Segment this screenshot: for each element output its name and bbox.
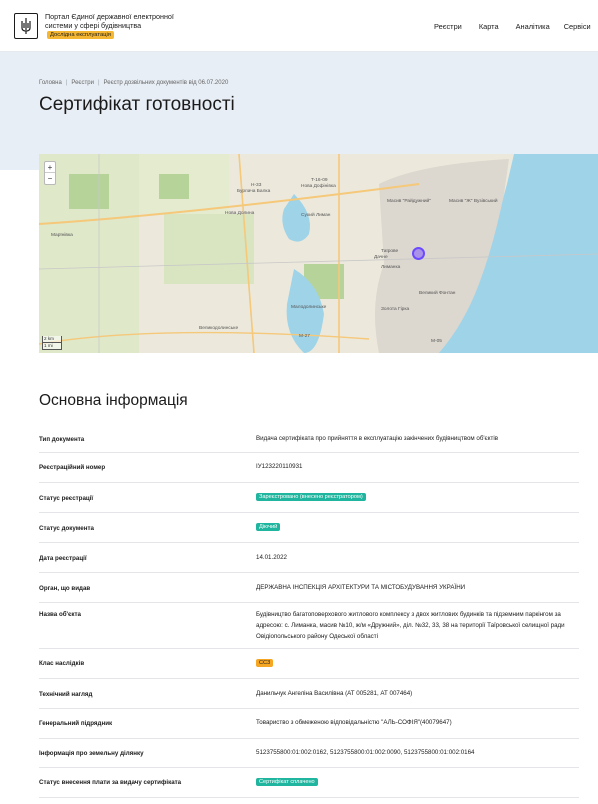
location-marker-icon[interactable] bbox=[412, 247, 425, 260]
map-canvas: Нова Долина Сухий Лиман Нова Дофінівка М… bbox=[39, 154, 598, 353]
green-patch bbox=[159, 174, 189, 199]
row-value: ДЕРЖАВНА ІНСПЕКЦІЯ АРХІТЕКТУРИ ТА МІСТОБ… bbox=[256, 584, 466, 591]
row-value: Сертифікат сплачено bbox=[256, 776, 576, 787]
row-label: Орган, що видав bbox=[39, 585, 91, 592]
breadcrumb-home[interactable]: Головна bbox=[39, 80, 62, 86]
map-label: Масив "Ж" Вузівський bbox=[449, 197, 498, 204]
row-label: Генеральний підрядник bbox=[39, 720, 113, 727]
zoom-out-button[interactable]: − bbox=[45, 173, 55, 184]
nav-analytics[interactable]: Аналітика bbox=[516, 22, 550, 31]
info-table: Тип документа Видача сертифіката про при… bbox=[39, 425, 579, 798]
nav-map[interactable]: Карта bbox=[479, 22, 499, 31]
row-value: Видача сертифіката про прийняття в експл… bbox=[256, 435, 498, 442]
row-value: 5123755800:01:002:0162, 5123755800:01:00… bbox=[256, 749, 475, 756]
row-value: Будівництво багатоповерхового житлового … bbox=[256, 611, 565, 641]
map-label: Нова Долина bbox=[225, 210, 255, 216]
table-row: Інформація про земельну ділянку 51237558… bbox=[39, 739, 579, 768]
map-label: Великодолинське bbox=[199, 325, 238, 331]
breadcrumb-separator: | bbox=[97, 80, 100, 86]
row-value: 14.01.2022 bbox=[256, 554, 287, 561]
site-header: Портал Єдиної державної електронної сист… bbox=[0, 0, 598, 52]
map-label: Малодолинське bbox=[291, 304, 327, 310]
location-map[interactable]: Нова Долина Сухий Лиман Нова Дофінівка М… bbox=[39, 154, 598, 353]
beta-badge: Дослідна експлуатація bbox=[47, 31, 114, 40]
row-value: ІУ123220110931 bbox=[256, 463, 303, 470]
map-label: Нова Дофінівка bbox=[301, 183, 336, 189]
map-label: Сухий Лиман bbox=[301, 211, 331, 218]
table-row: Тип документа Видача сертифіката про при… bbox=[39, 425, 579, 453]
map-label: Золота Гірка bbox=[381, 306, 410, 312]
map-scale: 2 km 1 mi bbox=[42, 336, 62, 350]
hero-notch bbox=[0, 170, 39, 186]
main-nav: Реєстри Карта Аналітика Сервіси bbox=[434, 22, 591, 31]
section-title: Основна інформація bbox=[39, 392, 188, 409]
table-row: Дата реєстрації 14.01.2022 bbox=[39, 543, 579, 573]
green-patch bbox=[69, 174, 109, 209]
row-value: Діючий bbox=[256, 521, 576, 532]
map-label: Великий Фонтан bbox=[419, 289, 456, 296]
payment-status-badge: Сертифікат сплачено bbox=[256, 778, 318, 786]
breadcrumb-current: Реєстр дозвільних документів від 06.07.2… bbox=[103, 80, 229, 86]
trident-logo-icon[interactable] bbox=[14, 13, 38, 39]
row-value: СС3 bbox=[256, 657, 576, 668]
zoom-in-button[interactable]: + bbox=[45, 162, 55, 173]
row-value: Данильчук Ангеліна Василівна (АТ 005281,… bbox=[256, 690, 413, 697]
map-label: Таїрове bbox=[381, 248, 399, 254]
map-zoom-control: + − bbox=[44, 161, 56, 185]
table-row: Генеральний підрядник Товариство з обмеж… bbox=[39, 709, 579, 739]
row-label: Інформація про земельну ділянку bbox=[39, 750, 144, 757]
row-label: Технічний нагляд bbox=[39, 691, 93, 698]
row-label: Реєстраційний номер bbox=[39, 464, 106, 471]
breadcrumb-separator: | bbox=[65, 80, 68, 86]
row-label: Статус реєстрації bbox=[39, 495, 94, 502]
table-row: Статус внесення плати за видачу сертифік… bbox=[39, 768, 579, 798]
document-status-badge: Діючий bbox=[256, 523, 281, 531]
road-label: M-05 bbox=[431, 338, 442, 344]
map-label: Дачне bbox=[374, 254, 388, 260]
scale-mi: 1 mi bbox=[42, 343, 62, 350]
breadcrumb: Головна | Реєстри | Реєстр дозвільних докуме… bbox=[39, 80, 228, 86]
road-label: T-16-09 bbox=[311, 177, 328, 183]
map-label: Масив "Райдужний" bbox=[387, 197, 431, 204]
map-label: Бурлача Балка bbox=[237, 188, 271, 194]
row-value: Товариство з обмеженою відповідальністю … bbox=[256, 719, 452, 726]
table-row: Статус документа Діючий bbox=[39, 513, 579, 543]
nav-services[interactable]: Сервіси bbox=[564, 22, 591, 31]
road-label: H-33 bbox=[251, 182, 262, 188]
row-value: Зареєстровано (внесено реєстратором) bbox=[256, 491, 576, 502]
nav-registries[interactable]: Реєстри bbox=[434, 22, 462, 31]
consequence-class-badge: СС3 bbox=[256, 659, 274, 667]
row-label: Клас наслідків bbox=[39, 660, 85, 667]
row-label: Назва об'єкта bbox=[39, 611, 82, 618]
map-label: Марїнівка bbox=[51, 232, 73, 238]
table-row: Статус реєстрації Зареєстровано (внесено… bbox=[39, 483, 579, 513]
portal-title-text: Портал Єдиної державної електронної сист… bbox=[45, 12, 174, 30]
fields-middle bbox=[164, 214, 254, 284]
table-row: Технічний нагляд Данильчук Ангеліна Васи… bbox=[39, 679, 579, 709]
registration-status-badge: Зареєстровано (внесено реєстратором) bbox=[256, 493, 366, 501]
map-label: Лиманка bbox=[381, 264, 401, 270]
portal-title[interactable]: Портал Єдиної державної електронної сист… bbox=[45, 12, 175, 40]
table-row: Клас наслідків СС3 bbox=[39, 649, 579, 679]
table-row: Орган, що видав ДЕРЖАВНА ІНСПЕКЦІЯ АРХІТ… bbox=[39, 573, 579, 603]
row-label: Тип документа bbox=[39, 436, 85, 443]
table-row: Назва об'єкта Будівництво багатоповерхов… bbox=[39, 603, 579, 649]
road-label: M-27 bbox=[299, 333, 310, 339]
table-row: Реєстраційний номер ІУ123220110931 bbox=[39, 453, 579, 483]
row-label: Статус внесення плати за видачу сертифік… bbox=[39, 779, 182, 786]
page-title: Сертифікат готовності bbox=[39, 94, 235, 115]
breadcrumb-registries[interactable]: Реєстри bbox=[71, 80, 94, 86]
row-label: Статус документа bbox=[39, 525, 94, 532]
row-label: Дата реєстрації bbox=[39, 555, 87, 562]
scale-km: 2 km bbox=[42, 336, 62, 343]
